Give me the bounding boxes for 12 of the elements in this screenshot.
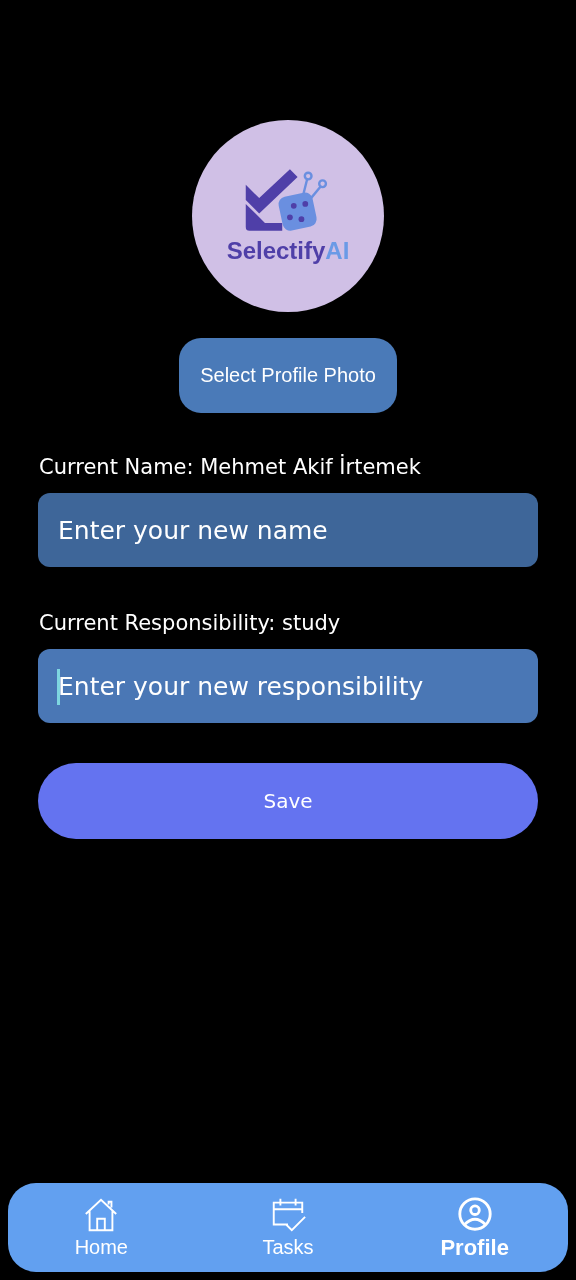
select-photo-button[interactable]: Select Profile Photo xyxy=(179,338,397,413)
field-label: Current Name: Mehmet Akif İrtemek xyxy=(38,455,422,479)
user-icon[interactable] xyxy=(455,1194,494,1233)
input-field[interactable]: Enter your new name xyxy=(38,493,538,567)
field-label: Current Responsibility: study xyxy=(38,611,342,635)
input-field[interactable]: Enter your new responsibility xyxy=(38,649,538,723)
nav-tab[interactable]: Tasks xyxy=(262,1236,314,1259)
logo-wordmark: SelectifyAI xyxy=(226,237,350,265)
text-cursor xyxy=(57,669,60,705)
save-button[interactable]: Save xyxy=(38,763,538,839)
nav-tab[interactable]: Profile xyxy=(440,1234,509,1261)
nav-tab[interactable]: Home xyxy=(74,1236,128,1259)
